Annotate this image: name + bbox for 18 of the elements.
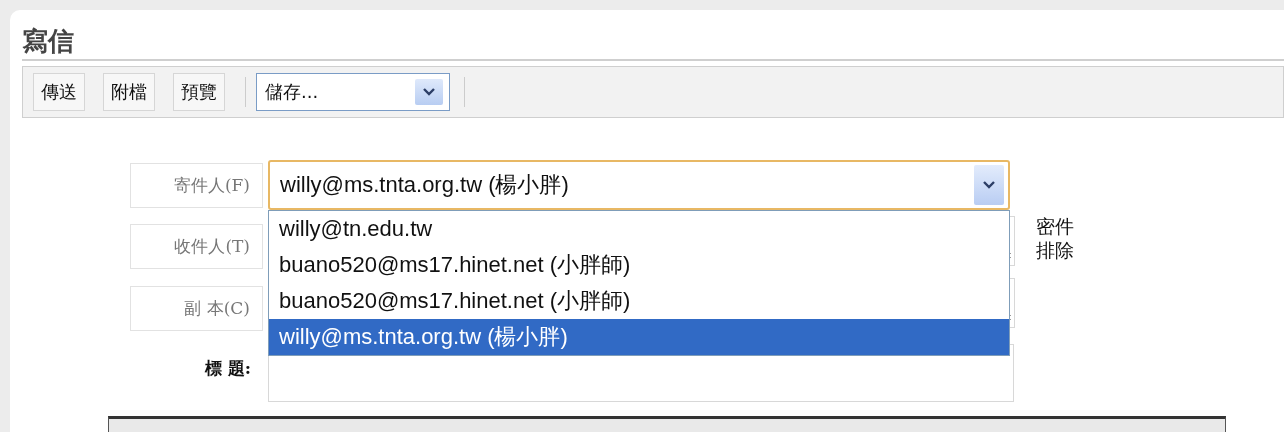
sender-dropdown[interactable]: willy@ms.tnta.org.tw (楊小胖) <box>268 160 1010 210</box>
dropdown-option[interactable]: willy@tn.edu.tw <box>269 211 1009 247</box>
dropdown-option[interactable]: buano520@ms17.hinet.net (小胖師) <box>269 247 1009 283</box>
toolbar-button[interactable]: 預覽 <box>173 73 225 111</box>
chevron-down-icon <box>423 88 435 96</box>
toolbar-button[interactable]: 傳送 <box>33 73 85 111</box>
page-title: 寫信 <box>22 10 1284 61</box>
field-label: 標 題: <box>203 356 252 380</box>
save-dropdown[interactable]: 儲存... <box>256 73 450 111</box>
dropdown-option[interactable]: willy@ms.tnta.org.tw (楊小胖) <box>269 319 1009 355</box>
chevron-down-icon <box>983 181 995 189</box>
field-label: 寄件人(F) <box>130 162 263 208</box>
field-label: 副 本(C) <box>130 285 263 331</box>
side-link[interactable]: 密件 <box>1036 214 1140 238</box>
field-label: 收件人(T) <box>130 223 263 269</box>
side-link[interactable]: 排除 <box>1036 238 1140 262</box>
dropdown-option[interactable]: buano520@ms17.hinet.net (小胖師) <box>269 283 1009 319</box>
toolbar-button[interactable]: 附檔 <box>103 73 155 111</box>
